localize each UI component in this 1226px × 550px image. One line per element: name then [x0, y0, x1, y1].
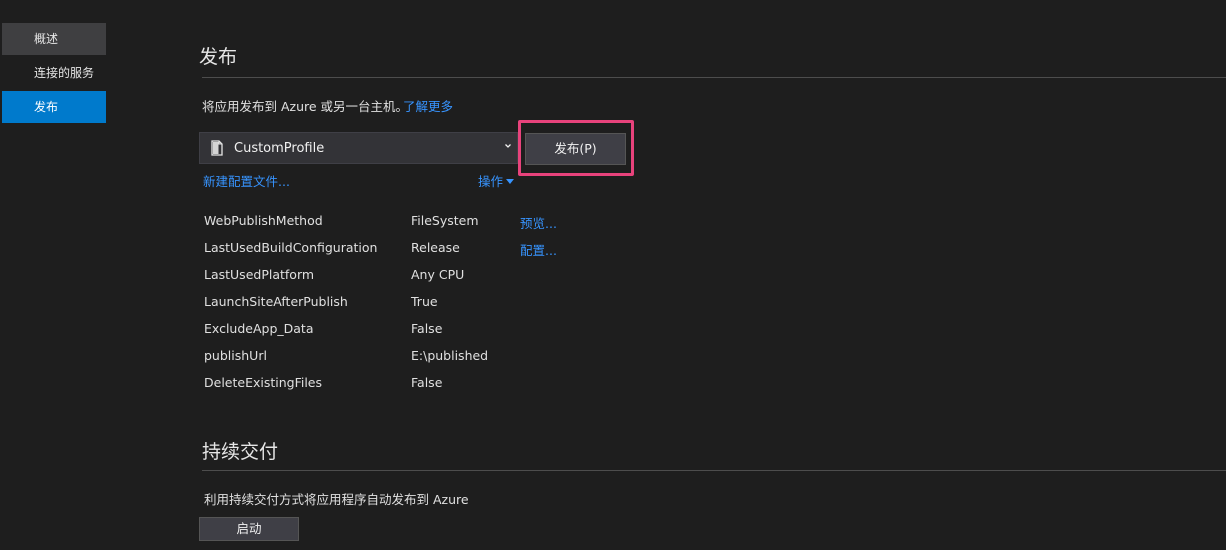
- sidebar-item-overview[interactable]: 概述: [2, 23, 106, 55]
- sidebar-item-connected-services[interactable]: 连接的服务: [2, 57, 106, 89]
- property-value: Release: [411, 240, 460, 255]
- property-key: WebPublishMethod: [204, 213, 323, 228]
- publish-button[interactable]: 发布(P): [525, 133, 626, 165]
- profile-dropdown-value: CustomProfile: [234, 141, 325, 156]
- property-value: FileSystem: [411, 213, 479, 228]
- property-key: LastUsedBuildConfiguration: [204, 240, 378, 255]
- profile-dropdown[interactable]: CustomProfile: [199, 132, 518, 164]
- property-key: DeleteExistingFiles: [204, 375, 323, 390]
- continuous-delivery-description: 利用持续交付方式将应用程序自动发布到 Azure: [204, 492, 469, 507]
- property-value: E:\published: [411, 348, 489, 363]
- sidebar-item-publish[interactable]: 发布: [2, 91, 106, 123]
- actions-link-label: 操作: [478, 174, 504, 189]
- property-key: LastUsedPlatform: [204, 267, 315, 282]
- property-key: publishUrl: [204, 348, 267, 363]
- publish-description: 将应用发布到 Azure 或另一台主机。: [202, 99, 409, 114]
- start-button[interactable]: 启动: [199, 517, 299, 541]
- actions-link[interactable]: 操作: [478, 171, 515, 190]
- chevron-down-icon: [505, 144, 511, 148]
- sidebar: 概述 连接的服务 发布: [0, 0, 108, 550]
- property-key: ExcludeApp_Data: [204, 321, 314, 336]
- preview-link[interactable]: 预览...: [520, 213, 557, 232]
- publish-divider: [202, 77, 1226, 78]
- property-value: False: [411, 375, 443, 390]
- document-icon: [211, 140, 223, 156]
- property-value: True: [411, 294, 438, 309]
- new-profile-link[interactable]: 新建配置文件...: [203, 171, 290, 190]
- property-value: Any CPU: [411, 267, 465, 282]
- publish-section-title: 发布: [199, 46, 238, 68]
- configure-link[interactable]: 配置...: [520, 240, 557, 259]
- property-key: LaunchSiteAfterPublish: [204, 294, 348, 309]
- continuous-delivery-title: 持续交付: [202, 441, 279, 463]
- learn-more-link[interactable]: 了解更多: [403, 96, 453, 115]
- continuous-delivery-divider: [202, 470, 1226, 471]
- caret-down-icon: [506, 179, 515, 184]
- property-value: False: [411, 321, 443, 336]
